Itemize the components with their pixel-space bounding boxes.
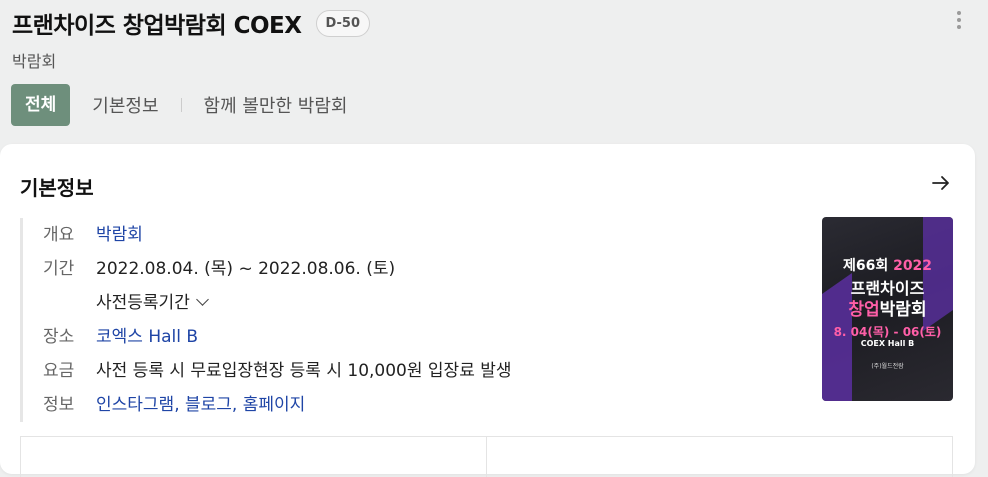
tab-all[interactable]: 전체 [11, 84, 71, 126]
page-title: 프랜차이즈 창업박람회 COEX [12, 13, 302, 39]
period-key: 기간 [43, 259, 75, 279]
poster-title-rest: 박람회 [879, 300, 927, 320]
overview-key: 개요 [43, 225, 75, 245]
poster-edition-text: 제66회 [842, 258, 894, 274]
tab-divider [180, 98, 182, 112]
arrow-right-icon[interactable] [930, 172, 952, 194]
chevron-down-icon [195, 293, 209, 306]
title-row: 프랜차이즈 창업박람회 COEX D-50 [12, 6, 371, 40]
more-vertical-icon[interactable] [950, 8, 968, 34]
period-value: 2022.08.04. (목) ~ 2022.08.06. (토) [96, 259, 396, 279]
fee-value: 사전 등록 시 무료입장현장 등록 시 10,000원 입장료 발생 [96, 361, 512, 381]
prereg-toggle[interactable]: 사전등록기간 [96, 286, 209, 320]
panel-divider [486, 437, 487, 477]
prereg-label: 사전등록기간 [96, 293, 190, 313]
category-label: 박람회 [12, 52, 57, 71]
event-poster[interactable]: 제66회 2022 프랜차이즈 창업박람회 8. 04(목) - 06(토) C… [822, 217, 953, 401]
section-title: 기본정보 [20, 176, 94, 200]
poster-venue: COEX Hall B [860, 339, 915, 348]
more-key: 정보 [43, 395, 75, 415]
poster-dates: 8. 04(목) - 06(토) [833, 325, 942, 339]
overview-link[interactable]: 박람회 [96, 218, 143, 252]
info-list: 개요 박람회 기간 2022.08.04. (목) ~ 2022.08.06. … [20, 218, 512, 422]
place-link[interactable]: 코엑스 Hall B [96, 320, 198, 354]
more-links[interactable]: 인스타그램, 블로그, 홈페이지 [96, 388, 305, 422]
tab-basic-info[interactable]: 기본정보 [92, 92, 158, 118]
poster-year: 2022 [893, 258, 933, 274]
poster-title-highlight: 창업 [848, 300, 880, 320]
poster-organizer: (주)월드전람 [871, 363, 904, 370]
info-card: 기본정보 개요 박람회 기간 2022.08.04. (목) ~ 2022.08… [0, 144, 975, 477]
place-key: 장소 [43, 327, 75, 347]
dday-badge: D-50 [315, 9, 371, 37]
bottom-panel [20, 436, 953, 477]
tab-bar: 전체 기본정보 함께 볼만한 박람회 [11, 84, 347, 126]
fee-key: 요금 [43, 361, 75, 381]
poster-title-2: 창업박람회 [822, 295, 953, 320]
poster-edition: 제66회 2022 [822, 255, 953, 275]
tab-related-expos[interactable]: 함께 볼만한 박람회 [204, 92, 348, 118]
